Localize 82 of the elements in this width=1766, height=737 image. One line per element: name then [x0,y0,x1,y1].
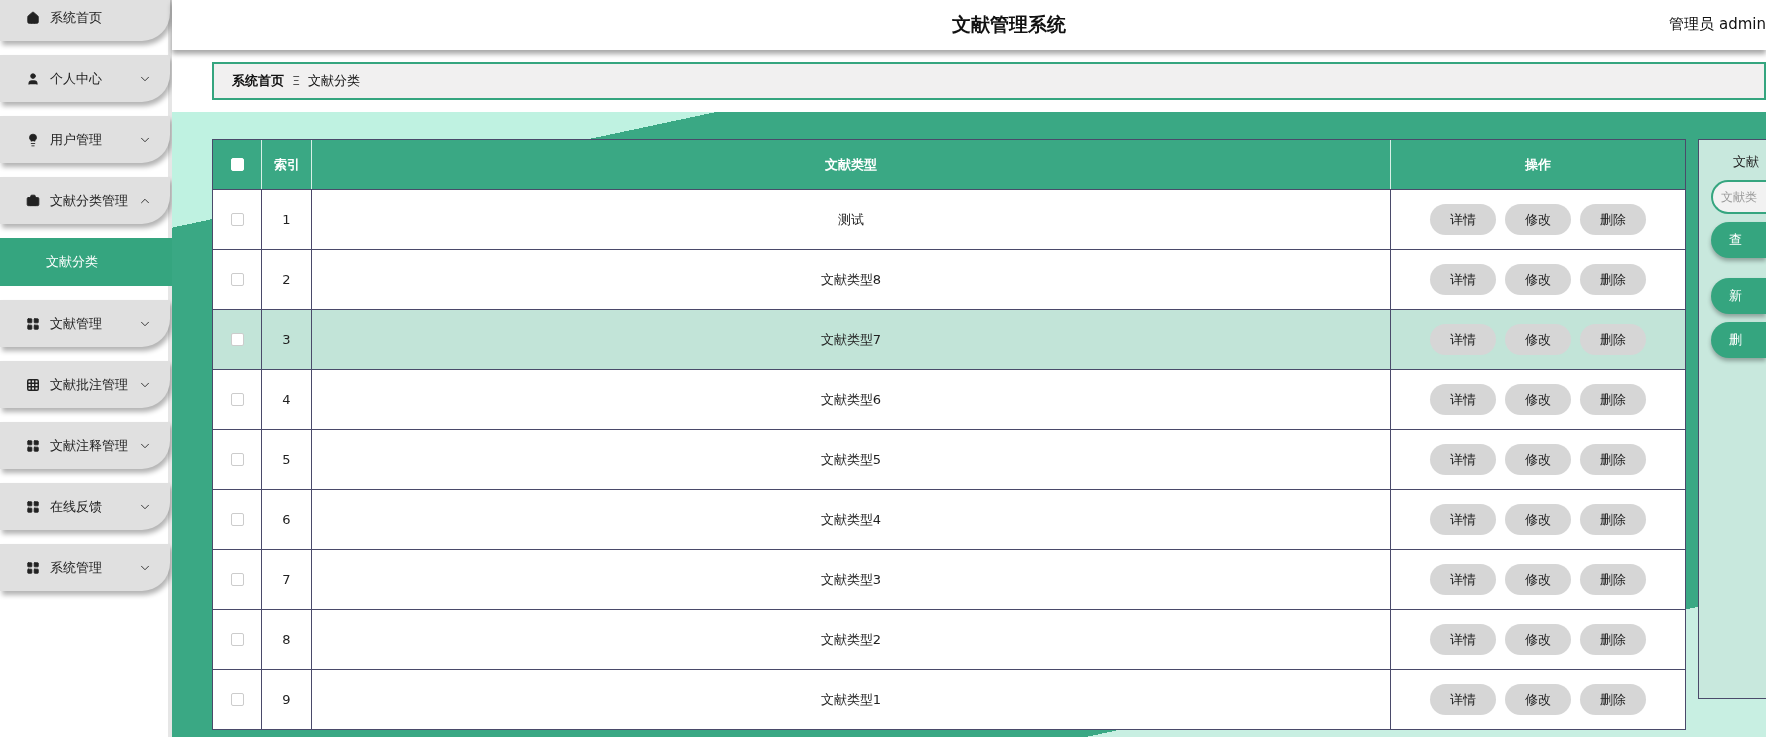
action-button[interactable]: 详情 [1430,264,1496,295]
table-row[interactable]: 4 文献类型6 详情 修改 删除 [213,369,1685,429]
checkbox[interactable] [230,453,244,466]
action-button[interactable]: 修改 [1505,564,1571,595]
search-field[interactable]: 文献类 [1711,179,1766,214]
table-row[interactable]: 2 文献类型8 详情 修改 删除 [213,249,1685,309]
checkbox[interactable] [230,693,244,706]
table-row[interactable]: 5 文献类型5 详情 修改 删除 [213,429,1685,489]
checkbox[interactable] [230,273,244,286]
sidebar-label: 文献注释管理 [50,436,128,455]
checkbox[interactable] [230,573,244,586]
table-row[interactable]: 3 文献类型7 详情 修改 删除 [213,309,1685,369]
action-button[interactable]: 修改 [1505,204,1571,235]
search-label: 文献 [1732,153,1760,171]
breadcrumb-separator: Ξ [292,72,301,91]
action-button[interactable]: 删除 [1580,444,1646,475]
briefcase-icon [26,193,40,208]
checkbox[interactable] [230,393,244,406]
grid-icon [26,377,40,392]
action-button[interactable]: 删除 [1580,204,1646,235]
action-button[interactable]: 详情 [1430,384,1496,415]
action-button[interactable]: 修改 [1505,264,1571,295]
table-row[interactable]: 6 文献类型4 详情 修改 删除 [213,489,1685,549]
sidebar-item[interactable]: 在线反馈 [0,483,170,530]
app-title: 文献管理系统 [952,12,1066,37]
action-button[interactable]: 详情 [1430,444,1496,475]
sidebar-label: 用户管理 [50,130,103,149]
action-button[interactable]: 删除 [1580,684,1646,715]
sidebar-label: 系统管理 [50,558,103,577]
sidebar-item[interactable]: 文献批注管理 [0,361,170,408]
action-button[interactable]: 删除 [1580,324,1646,355]
table-row[interactable]: 8 文献类型2 详情 修改 删除 [213,609,1685,669]
action-button[interactable]: 详情 [1430,684,1496,715]
action-button[interactable]: 删除 [1580,564,1646,595]
action-button[interactable]: 修改 [1505,684,1571,715]
action-button[interactable]: 删除 [1580,624,1646,655]
sidebar-item[interactable]: 用户管理 [0,116,170,163]
action-button[interactable]: 详情 [1430,504,1496,535]
sidebar-label: 系统首页 [50,8,103,27]
table-cell: 9 [262,670,312,729]
table-row[interactable]: 7 文献类型3 详情 修改 删除 [213,549,1685,609]
sidebar-item[interactable]: 文献管理 [0,300,170,347]
action-button[interactable]: 删除 [1580,264,1646,295]
action-button[interactable]: 修改 [1505,384,1571,415]
home-icon [26,10,40,25]
sidebar-label: 文献分类管理 [50,191,128,210]
lightbulb-icon [26,132,40,147]
checkbox[interactable] [230,513,244,526]
action-button[interactable]: 详情 [1430,564,1496,595]
column-header: 操作 [1524,155,1552,174]
action-button[interactable]: 详情 [1430,204,1496,235]
checkbox[interactable] [230,213,244,226]
action-button[interactable]: 详情 [1430,624,1496,655]
checkbox[interactable] [230,633,244,646]
user-label: 管理员 admin [1669,14,1766,35]
sidebar-label: 在线反馈 [50,497,103,516]
action-button[interactable]: 修改 [1505,324,1571,355]
table-cell: 文献类型1 [312,670,1391,729]
action-button[interactable]: 修改 [1505,624,1571,655]
sidebar-label: 文献批注管理 [50,375,128,394]
checkbox[interactable] [230,333,244,346]
action-button[interactable]: 修改 [1505,444,1571,475]
action-button[interactable]: 删除 [1580,504,1646,535]
breadcrumb-current: 文献分类 [308,72,361,91]
grid-icon [26,316,40,331]
sidebar-item[interactable]: 文献注释管理 [0,422,170,469]
grid-icon [26,499,40,514]
sidebar-label: 个人中心 [50,69,103,88]
action-button[interactable]: 修改 [1505,504,1571,535]
table-row[interactable]: 9 文献类型1 详情 修改 删除 [213,669,1685,729]
grid-icon [26,438,40,453]
table-row[interactable]: 1 测试 详情 修改 删除 [213,189,1685,249]
grid-icon [26,560,40,575]
sidebar-label: 文献管理 [50,314,103,333]
sidebar-item[interactable]: 系统管理 [0,544,170,591]
action-button[interactable]: 删除 [1580,384,1646,415]
sidebar-item[interactable]: 个人中心 [0,55,170,102]
action-button[interactable]: 详情 [1430,324,1496,355]
user-icon [26,71,40,86]
breadcrumb-link[interactable]: 系统首页 [232,71,284,91]
sidebar-item[interactable]: 文献分类管理 [0,177,170,224]
sidebar-item[interactable]: 系统首页 [0,0,170,41]
